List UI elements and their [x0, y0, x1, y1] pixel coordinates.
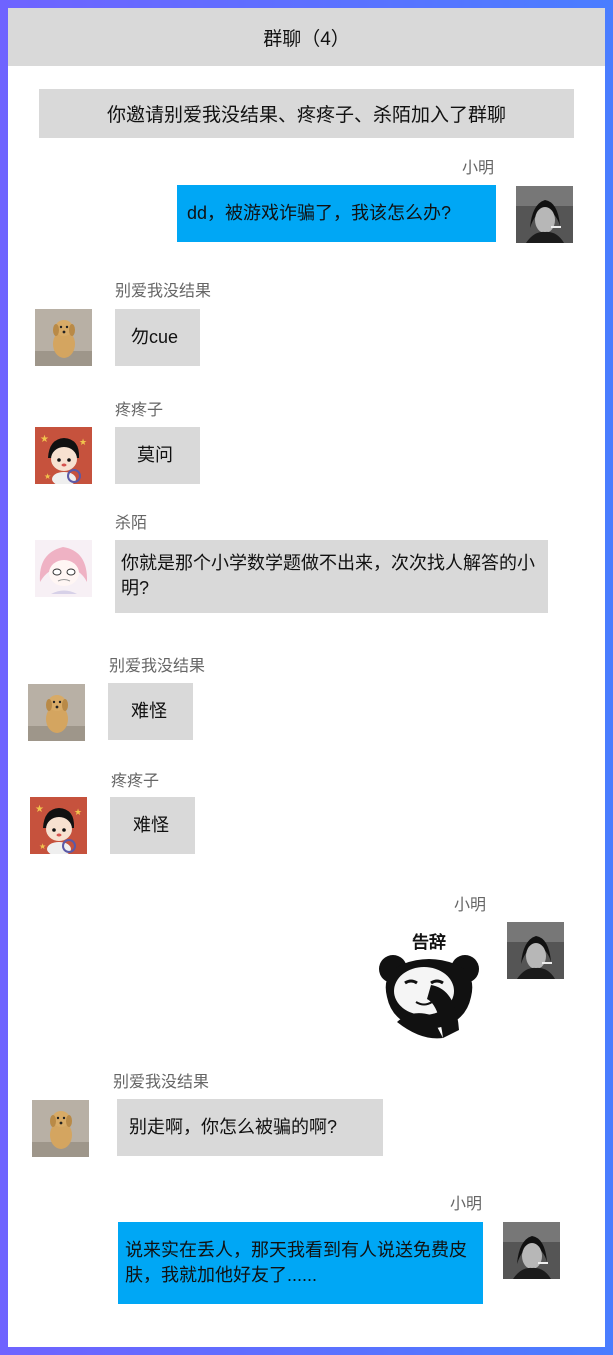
sender-name: 小明	[449, 1196, 482, 1213]
man-avatar[interactable]	[507, 922, 564, 979]
dog-avatar[interactable]	[32, 1100, 89, 1157]
message-text: 说来实在丢人，那天我看到有人说送免费皮肤，我就加他好友了......	[125, 1240, 467, 1285]
farewell-sticker[interactable]: 告辞	[369, 925, 489, 1045]
dog-avatar[interactable]	[35, 309, 92, 366]
message-text: 难怪	[131, 701, 167, 721]
message-text: 别走啊，你怎么被骗的啊?	[129, 1117, 338, 1137]
anime-girl-avatar[interactable]	[35, 540, 92, 597]
system-message-text: 你邀请别爱我没结果、疼疼子、杀陌加入了群聊	[106, 105, 506, 126]
message-text: dd，被游戏诈骗了，我该怎么办?	[187, 203, 452, 223]
sticker-text: 告辞	[412, 932, 446, 953]
man-avatar[interactable]	[503, 1222, 560, 1279]
chat-header: 群聊（4）	[8, 8, 605, 66]
sender-name: 小明	[461, 160, 494, 177]
group-title: 群聊（4）	[263, 28, 350, 50]
svg-text:★: ★	[79, 438, 87, 448]
message-text: 莫问	[137, 445, 173, 465]
sender-name: 别爱我没结果	[115, 283, 212, 300]
sender-name: 疼疼子	[115, 402, 164, 419]
sender-name: 小明	[453, 897, 486, 914]
dog-avatar[interactable]	[28, 684, 85, 741]
svg-text:★: ★	[35, 804, 44, 815]
message-bubble[interactable]: 难怪	[110, 797, 195, 854]
svg-text:★: ★	[39, 842, 46, 851]
sender-name: 疼疼子	[111, 773, 160, 790]
message-bubble[interactable]: 你就是那个小学数学题做不出来，次次找人解答的小明?	[115, 540, 548, 613]
cartoon-kid-avatar[interactable]: ★ ★ ★	[30, 797, 87, 854]
svg-text:★: ★	[74, 808, 82, 818]
message-bubble[interactable]: 难怪	[108, 683, 193, 740]
message-bubble[interactable]: 说来实在丢人，那天我看到有人说送免费皮肤，我就加他好友了......	[118, 1222, 483, 1304]
sender-name: 别爱我没结果	[109, 658, 206, 675]
message-text: 勿cue	[131, 327, 179, 347]
message-bubble[interactable]: dd，被游戏诈骗了，我该怎么办?	[177, 185, 496, 242]
cartoon-kid-avatar[interactable]: ★ ★ ★	[35, 427, 92, 484]
message-text: 难怪	[133, 815, 169, 835]
man-avatar[interactable]	[516, 186, 573, 243]
sender-name: 别爱我没结果	[113, 1074, 210, 1091]
message-text: 你就是那个小学数学题做不出来，次次找人解答的小明?	[121, 553, 535, 598]
sender-name: 杀陌	[115, 515, 148, 532]
svg-text:★: ★	[44, 472, 51, 481]
svg-text:★: ★	[40, 434, 49, 445]
message-bubble[interactable]: 勿cue	[115, 309, 200, 366]
message-bubble[interactable]: 别走啊，你怎么被骗的啊?	[117, 1099, 383, 1156]
chat-window: 群聊（4） 你邀请别爱我没结果、疼疼子、杀陌加入了群聊 小明 dd，被游戏诈骗了…	[8, 8, 605, 1347]
message-bubble[interactable]: 莫问	[115, 427, 200, 484]
system-message: 你邀请别爱我没结果、疼疼子、杀陌加入了群聊	[39, 89, 574, 138]
